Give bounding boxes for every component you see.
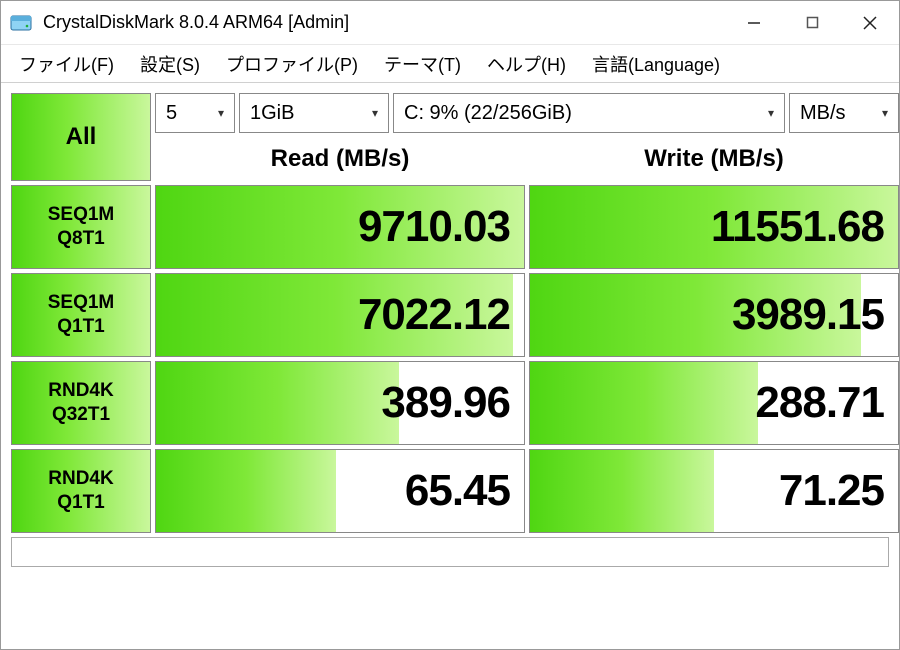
menu-profile[interactable]: プロファイル(P) xyxy=(214,47,370,81)
test-name-line1: RND4K xyxy=(48,379,113,403)
test-size-value: 1GiB xyxy=(250,102,294,125)
app-icon xyxy=(9,11,33,35)
read-result-value: 65.45 xyxy=(405,466,510,516)
menu-settings[interactable]: 設定(S) xyxy=(128,47,212,81)
drive-select[interactable]: C: 9% (22/256GiB) ▾ xyxy=(393,93,785,133)
read-column-header: Read (MB/s) xyxy=(155,137,525,181)
read-result-cell: 65.45 xyxy=(155,449,525,533)
chevron-down-icon: ▾ xyxy=(372,106,378,120)
write-result-cell: 71.25 xyxy=(529,449,899,533)
menu-bar: ファイル(F) 設定(S) プロファイル(P) テーマ(T) ヘルプ(H) 言語… xyxy=(1,45,899,83)
chevron-down-icon: ▾ xyxy=(882,106,888,120)
content-area: All 5 ▾ 1GiB ▾ C: 9% (22/256GiB) ▾ MB/s … xyxy=(1,83,899,577)
test-name-line1: SEQ1M xyxy=(48,291,115,315)
test-name-line1: SEQ1M xyxy=(48,203,115,227)
read-result-cell: 7022.12 xyxy=(155,273,525,357)
write-result-cell: 288.71 xyxy=(529,361,899,445)
test-name-line2: Q1T1 xyxy=(57,315,105,339)
drive-value: C: 9% (22/256GiB) xyxy=(404,102,572,125)
read-result-value: 7022.12 xyxy=(358,290,510,340)
chevron-down-icon: ▾ xyxy=(768,106,774,120)
title-bar: CrystalDiskMark 8.0.4 ARM64 [Admin] xyxy=(1,1,899,45)
test-name-line1: RND4K xyxy=(48,467,113,491)
write-result-value: 3989.15 xyxy=(732,290,884,340)
read-result-fill xyxy=(156,450,336,532)
menu-theme[interactable]: テーマ(T) xyxy=(372,47,473,81)
menu-language[interactable]: 言語(Language) xyxy=(580,47,732,81)
read-result-cell: 389.96 xyxy=(155,361,525,445)
write-result-cell: 11551.68 xyxy=(529,185,899,269)
write-result-fill xyxy=(530,362,758,444)
run-count-value: 5 xyxy=(166,102,177,125)
write-result-value: 71.25 xyxy=(779,466,884,516)
read-result-value: 9710.03 xyxy=(358,202,510,252)
read-result-cell: 9710.03 xyxy=(155,185,525,269)
all-button-label: All xyxy=(66,123,97,151)
write-result-value: 11551.68 xyxy=(711,202,884,252)
close-button[interactable] xyxy=(841,1,899,44)
window-title: CrystalDiskMark 8.0.4 ARM64 [Admin] xyxy=(43,12,725,33)
write-result-fill xyxy=(530,450,714,532)
write-result-value: 288.71 xyxy=(755,378,884,428)
results-grid: SEQ1MQ8T19710.0311551.68SEQ1MQ1T17022.12… xyxy=(11,185,889,533)
write-result-cell: 3989.15 xyxy=(529,273,899,357)
test-name-line2: Q1T1 xyxy=(57,491,105,515)
window-controls xyxy=(725,1,899,44)
menu-help[interactable]: ヘルプ(H) xyxy=(475,47,578,81)
status-bar xyxy=(11,537,889,567)
unit-select[interactable]: MB/s ▾ xyxy=(789,93,899,133)
write-column-header: Write (MB/s) xyxy=(529,137,899,181)
all-button[interactable]: All xyxy=(11,93,151,181)
test-size-select[interactable]: 1GiB ▾ xyxy=(239,93,389,133)
test-name-line2: Q32T1 xyxy=(52,403,110,427)
test-button-rnd4k-q1t1[interactable]: RND4KQ1T1 xyxy=(11,449,151,533)
test-button-rnd4k-q32t1[interactable]: RND4KQ32T1 xyxy=(11,361,151,445)
read-result-fill xyxy=(156,362,399,444)
unit-value: MB/s xyxy=(800,102,846,125)
test-button-seq1m-q8t1[interactable]: SEQ1MQ8T1 xyxy=(11,185,151,269)
test-name-line2: Q8T1 xyxy=(57,227,105,251)
run-count-select[interactable]: 5 ▾ xyxy=(155,93,235,133)
test-button-seq1m-q1t1[interactable]: SEQ1MQ1T1 xyxy=(11,273,151,357)
maximize-button[interactable] xyxy=(783,1,841,44)
minimize-button[interactable] xyxy=(725,1,783,44)
chevron-down-icon: ▾ xyxy=(218,106,224,120)
read-result-value: 389.96 xyxy=(381,378,510,428)
menu-file[interactable]: ファイル(F) xyxy=(7,47,126,81)
